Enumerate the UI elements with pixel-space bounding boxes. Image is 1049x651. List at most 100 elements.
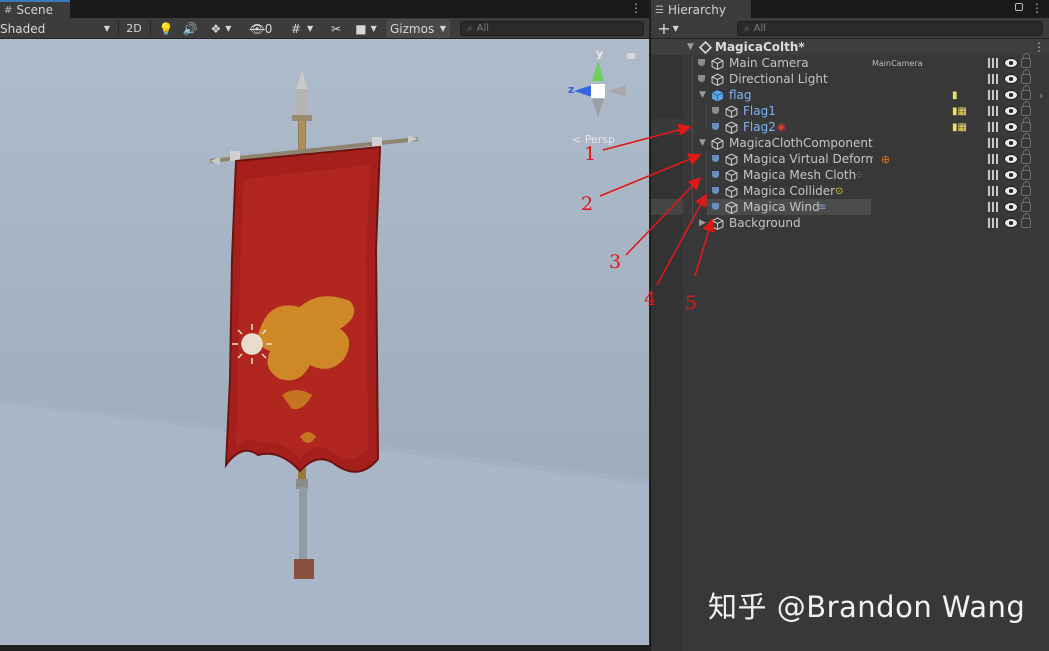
hierarchy-search-input[interactable]: ⌕ All: [737, 21, 1043, 36]
chevron-right-icon[interactable]: ›: [1039, 89, 1043, 102]
scene-picking-icon[interactable]: [988, 138, 1000, 148]
hierarchy-menu-icon[interactable]: ⋮: [1031, 1, 1043, 15]
tab-scene[interactable]: # Scene: [0, 0, 70, 18]
plus-icon: +: [657, 19, 671, 38]
annotation-number-2: 2: [581, 193, 594, 215]
scene-picking-icon[interactable]: [988, 106, 1000, 116]
expand-arrow-icon[interactable]: ▼: [699, 90, 706, 100]
lock-icon[interactable]: [1021, 69, 1031, 84]
scene-search-input[interactable]: ⌕ All: [460, 21, 644, 36]
row-label: Directional Light: [729, 72, 828, 86]
scene-picking-icon[interactable]: [988, 170, 1000, 180]
orientation-gizmo[interactable]: y z < Persp: [560, 47, 632, 147]
virtual-deformer-icon: ⊕: [881, 152, 891, 166]
scene-tabbar: # Scene ⋮: [0, 0, 649, 18]
component-badge-icon: ▮: [952, 89, 958, 101]
scene-visibility-toggle[interactable]: 👁 0: [244, 19, 278, 38]
expand-arrow-icon[interactable]: ▼: [699, 138, 706, 148]
visibility-eye-icon[interactable]: [1004, 186, 1018, 196]
visibility-eye-icon[interactable]: [1004, 106, 1018, 116]
scene-viewport[interactable]: y z < Persp: [0, 39, 649, 645]
scene-menu-icon[interactable]: ⋮: [1033, 40, 1045, 54]
visibility-eye-icon[interactable]: [1004, 202, 1018, 212]
lock-icon[interactable]: [1021, 53, 1031, 68]
hierarchy-row-magica-collider[interactable]: Magica Collider ⊙: [651, 181, 1049, 199]
hierarchy-row-flag[interactable]: ▼ flag ▮ ›: [651, 85, 1049, 103]
gameobject-cube-icon: [725, 168, 738, 182]
lock-icon[interactable]: [1015, 3, 1023, 11]
shading-mode-dropdown[interactable]: Shaded ▼: [0, 19, 114, 38]
scene-name: MagicaColth*: [715, 40, 805, 54]
hierarchy-tree: ▼ MagicaColth* ⋮ Main Camera MainCamera …: [651, 39, 1049, 651]
hierarchy-row-flag1[interactable]: Flag1 ▮▦: [651, 101, 1049, 119]
row-label: Main Camera: [729, 56, 809, 70]
scene-picking-icon[interactable]: [988, 122, 1000, 132]
hierarchy-row-magica-virtual-deformer[interactable]: Magica Virtual Deforme ⊕: [651, 149, 1049, 167]
pole-base: [294, 559, 314, 579]
scene-menu-icon[interactable]: ⋮: [630, 1, 642, 15]
scene-picking-icon[interactable]: [988, 218, 1000, 228]
lock-icon[interactable]: [1021, 101, 1031, 116]
visibility-eye-icon[interactable]: [1004, 122, 1018, 132]
camera-dropdown-icon[interactable]: ■ ▼: [350, 19, 382, 38]
row-label: Magica Collider: [743, 184, 836, 198]
lock-icon[interactable]: [1021, 133, 1031, 148]
row-label: Magica Wind: [743, 200, 820, 214]
lighting-toggle-icon[interactable]: 💡: [156, 19, 176, 38]
scene-root-row[interactable]: ▼ MagicaColth* ⋮: [651, 39, 1049, 55]
hierarchy-row-magica-mesh-cloth[interactable]: Magica Mesh Cloth ⁘: [651, 165, 1049, 183]
hierarchy-row-background[interactable]: ▶ Background: [651, 213, 1049, 231]
hierarchy-row-directional-light[interactable]: Directional Light: [651, 69, 1049, 87]
shield-icon: [712, 202, 719, 210]
visibility-eye-icon[interactable]: [1004, 170, 1018, 180]
lock-icon[interactable]: [1021, 181, 1031, 196]
scene-picking-icon[interactable]: [988, 186, 1000, 196]
visibility-eye-icon[interactable]: [1004, 90, 1018, 100]
gameobject-cube-icon: [725, 104, 738, 118]
row-label: Flag1: [743, 104, 776, 118]
hierarchy-row-magicaclothcomponent[interactable]: ▼ MagicaClothComponent: [651, 133, 1049, 151]
scene-picking-icon[interactable]: [988, 74, 1000, 84]
annotation-number-4: 4: [644, 288, 657, 310]
hierarchy-row-flag2[interactable]: Flag2 ◉ ▮▦: [651, 117, 1049, 135]
persp-icon: <: [572, 133, 582, 146]
expand-arrow-icon[interactable]: ▶: [699, 218, 706, 228]
hierarchy-row-magica-wind[interactable]: Magica Wind ≋: [651, 197, 1049, 215]
lock-icon[interactable]: [1021, 165, 1031, 180]
shield-icon: [712, 122, 719, 130]
row-label: Magica Virtual Deforme: [743, 152, 873, 166]
lock-icon[interactable]: [1021, 85, 1031, 100]
collider-icon: ⊙: [835, 185, 844, 197]
lock-icon[interactable]: [1021, 117, 1031, 132]
visibility-eye-icon[interactable]: [1004, 154, 1018, 164]
hierarchy-row-main-camera[interactable]: Main Camera MainCamera: [651, 53, 1049, 71]
lock-icon[interactable]: [627, 53, 635, 59]
axis-z-label: z: [568, 83, 575, 96]
tools-icon[interactable]: ✂: [326, 19, 346, 38]
visibility-eye-icon[interactable]: [1004, 138, 1018, 148]
scene-panel: # Scene ⋮ Shaded ▼ 2D 💡 🔊 ❖ ▼ 👁 0 # ▼ ✂ ■ ▼…: [0, 0, 649, 651]
gizmos-dropdown[interactable]: Gizmos ▼: [386, 19, 450, 38]
scene-picking-icon[interactable]: [988, 58, 1000, 68]
tab-hierarchy[interactable]: ☰ Hierarchy: [651, 0, 751, 18]
grid-icon: #: [4, 4, 13, 16]
visibility-eye-icon[interactable]: [1004, 74, 1018, 84]
expand-arrow-icon[interactable]: ▼: [687, 42, 694, 52]
scene-picking-icon[interactable]: [988, 202, 1000, 212]
audio-toggle-icon[interactable]: 🔊: [180, 19, 200, 38]
visibility-eye-icon[interactable]: [1004, 58, 1018, 68]
scene-picking-icon[interactable]: [988, 90, 1000, 100]
scene-toolbar: Shaded ▼ 2D 💡 🔊 ❖ ▼ 👁 0 # ▼ ✂ ■ ▼ Gizmos ▼ …: [0, 18, 649, 39]
2d-toggle-button[interactable]: 2D: [122, 19, 146, 38]
effects-dropdown-icon[interactable]: ❖ ▼: [204, 19, 238, 38]
visibility-eye-icon[interactable]: [1004, 218, 1018, 228]
scene-picking-icon[interactable]: [988, 154, 1000, 164]
cloth-component-icon: ◉: [777, 121, 786, 133]
lock-icon[interactable]: [1021, 213, 1031, 228]
lock-icon[interactable]: [1021, 149, 1031, 164]
annotation-number-3: 3: [609, 251, 622, 273]
grid-snap-dropdown-icon[interactable]: # ▼: [282, 19, 322, 38]
chevron-down-icon: ▼: [672, 24, 679, 33]
lock-icon[interactable]: [1021, 197, 1031, 212]
create-dropdown-button[interactable]: + ▼: [655, 19, 681, 38]
